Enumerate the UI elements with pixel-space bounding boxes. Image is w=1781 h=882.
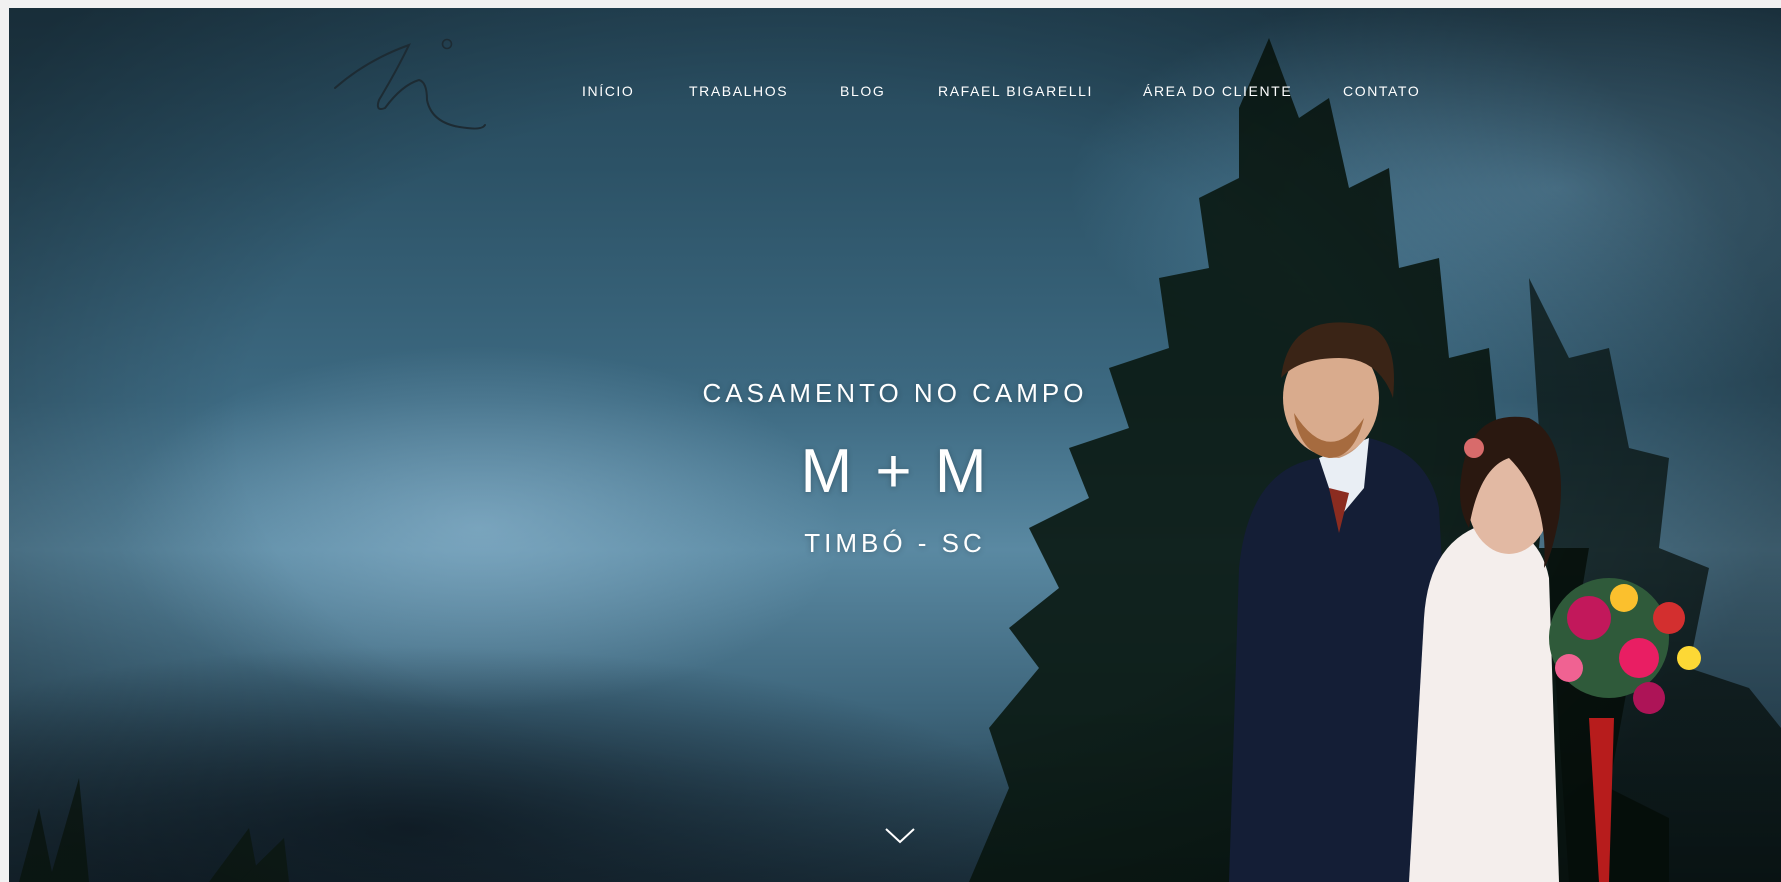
hero-subtitle: CASAMENTO NO CAMPO <box>702 378 1088 408</box>
hero-location: TIMBÓ - SC <box>804 528 986 558</box>
nav-item-rafael-bigarelli[interactable]: RAFAEL BIGARELLI <box>938 83 1093 99</box>
bouquet <box>1549 578 1701 882</box>
nav-item-area-do-cliente[interactable]: ÁREA DO CLIENTE <box>1143 83 1292 99</box>
nav-item-contato[interactable]: CONTATO <box>1343 83 1420 99</box>
hero-title: M + M <box>800 437 990 506</box>
hero-section: INÍCIO TRABALHOS BLOG RAFAEL BIGARELLI Á… <box>9 8 1781 882</box>
nav-item-blog[interactable]: BLOG <box>840 83 885 99</box>
signature-logo[interactable] <box>327 30 492 142</box>
nav-item-inicio[interactable]: INÍCIO <box>582 83 634 99</box>
nav-item-trabalhos[interactable]: TRABALHOS <box>689 83 788 99</box>
chevron-down-icon[interactable] <box>883 823 917 847</box>
